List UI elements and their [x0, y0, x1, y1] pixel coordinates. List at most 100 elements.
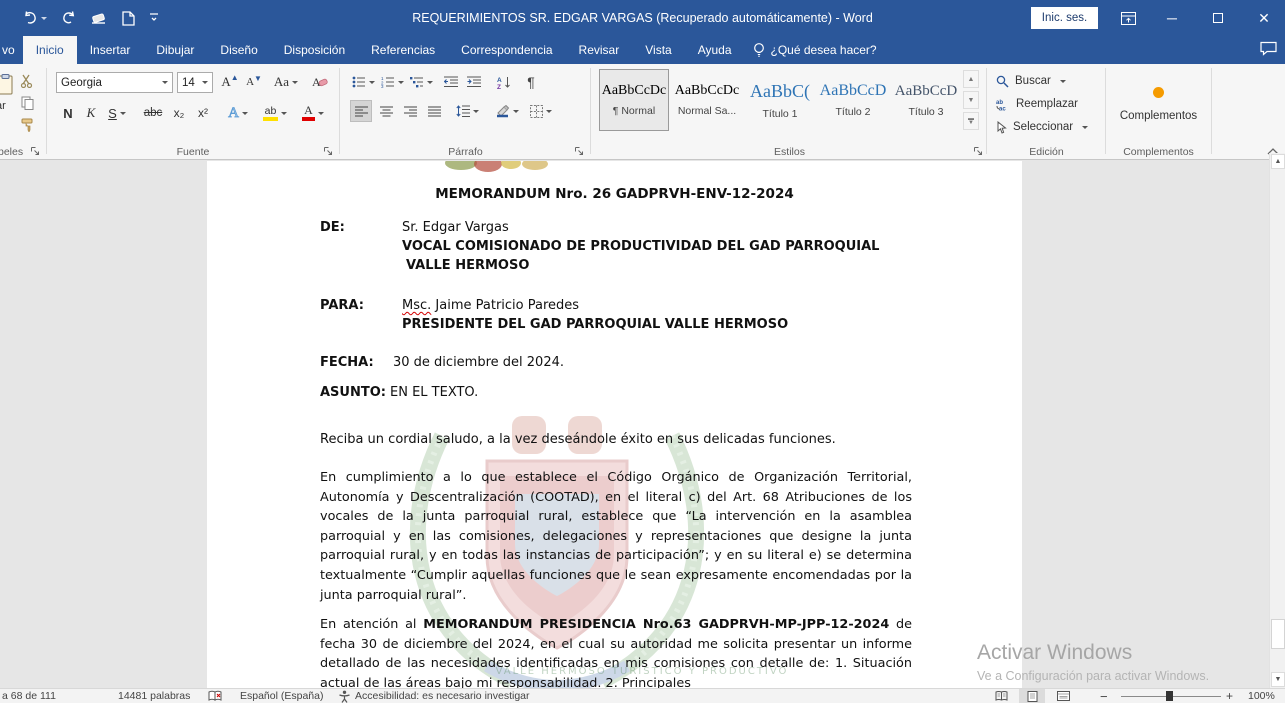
maximize-button[interactable] [1198, 0, 1238, 36]
tab-correspondencia[interactable]: Correspondencia [448, 36, 565, 64]
bullets-button[interactable] [350, 71, 376, 93]
style-normal[interactable]: AaBbCcDc ¶ Normal [599, 69, 669, 131]
shading-button[interactable] [492, 100, 522, 122]
select-button[interactable]: Seleccionar [996, 118, 1088, 136]
strikethrough-button[interactable]: abc [140, 102, 166, 124]
sign-in-button[interactable]: Inic. ses. [1031, 7, 1098, 29]
find-button[interactable]: Buscar [996, 72, 1066, 90]
clipboard-dialog-launcher[interactable] [30, 146, 41, 157]
borders-button[interactable] [526, 100, 556, 122]
font-size-combo[interactable]: 14 [177, 72, 213, 93]
tab-dibujar[interactable]: Dibujar [143, 36, 207, 64]
proofing-book-icon [208, 690, 223, 702]
language-indicator[interactable]: Español (España) [240, 689, 323, 703]
tab-vista[interactable]: Vista [632, 36, 684, 64]
highlight-color-button[interactable]: ab [258, 102, 292, 124]
print-layout-button[interactable] [1019, 689, 1045, 703]
bold-button[interactable]: N [58, 102, 78, 124]
page-indicator[interactable]: a 68 de 111 [2, 689, 56, 703]
decrease-indent-button[interactable] [440, 71, 462, 93]
undo-button[interactable] [22, 11, 47, 25]
style-titulo-1[interactable]: AaBbC( Título 1 [745, 69, 815, 131]
redo-button[interactable] [61, 11, 76, 25]
read-mode-button[interactable] [988, 689, 1014, 703]
change-case-button[interactable]: Aa [270, 71, 302, 93]
svg-text:ac: ac [999, 106, 1006, 111]
memo-title: MEMORANDUM Nro. 26 GADPRVH-ENV-12-2024 [207, 186, 1022, 202]
font-name-combo[interactable]: Georgia [56, 72, 173, 93]
tab-revisar[interactable]: Revisar [566, 36, 633, 64]
align-right-button[interactable] [399, 100, 421, 122]
style-normal-sa[interactable]: AaBbCcDc Normal Sa... [672, 69, 742, 131]
align-center-button[interactable] [375, 100, 397, 122]
lightbulb-icon [753, 42, 765, 58]
styles-gallery-more[interactable]: ▬▼ [963, 112, 979, 130]
style-preview: AaBbCcDc [602, 83, 667, 99]
styles-scroll-down[interactable]: ▼ [963, 91, 979, 109]
scroll-down-button[interactable]: ▼ [1271, 672, 1285, 687]
text-effects-button[interactable]: A [222, 102, 254, 124]
tab-diseno[interactable]: Diseño [207, 36, 270, 64]
tab-disposicion[interactable]: Disposición [271, 36, 358, 64]
scrollbar-thumb[interactable] [1271, 619, 1285, 649]
new-document-icon[interactable] [122, 11, 135, 26]
change-case-label: Aa [274, 74, 289, 90]
zoom-level[interactable]: 100% [1248, 689, 1275, 703]
tab-ayuda[interactable]: Ayuda [685, 36, 745, 64]
superscript-button[interactable]: x² [192, 102, 214, 124]
replace-button[interactable]: abac Reemplazar [996, 95, 1078, 113]
multilevel-list-button[interactable] [408, 71, 434, 93]
web-layout-button[interactable] [1050, 689, 1076, 703]
increase-indent-button[interactable] [463, 71, 485, 93]
clear-formatting-button[interactable]: A [308, 71, 332, 93]
addins-button[interactable]: Complementos [1107, 72, 1210, 136]
close-button[interactable]: ✕ [1244, 0, 1284, 36]
comments-icon[interactable] [1260, 41, 1277, 56]
copy-button[interactable] [16, 92, 38, 114]
justify-button[interactable] [423, 100, 445, 122]
tab-referencias[interactable]: Referencias [358, 36, 448, 64]
tab-inicio[interactable]: Inicio [23, 36, 77, 64]
undo-caret[interactable] [41, 17, 47, 20]
zoom-out-button[interactable]: − [1100, 689, 1108, 703]
sort-button[interactable]: AZ [492, 71, 516, 93]
font-color-bar [302, 117, 315, 121]
numbering-button[interactable]: 123 [379, 71, 405, 93]
para-role: PRESIDENTE DEL GAD PARROQUIAL VALLE HERM… [402, 317, 788, 332]
show-paragraph-marks-button[interactable]: ¶ [520, 71, 542, 93]
tab-archivo-partial[interactable]: vo [0, 36, 23, 64]
zoom-slider-thumb[interactable] [1166, 691, 1173, 701]
tab-insertar[interactable]: Insertar [77, 36, 144, 64]
tell-me-box[interactable]: ¿Qué desea hacer? [745, 36, 885, 64]
style-titulo-2[interactable]: AaBbCcD Título 2 [818, 69, 888, 131]
styles-dialog-launcher[interactable] [973, 146, 984, 157]
font-color-button[interactable]: A [296, 102, 330, 124]
font-dialog-launcher[interactable] [323, 146, 334, 157]
shrink-font-button[interactable]: A▼ [243, 71, 265, 93]
svg-text:Z: Z [497, 84, 501, 89]
proofing-status[interactable] [208, 689, 223, 703]
vertical-scrollbar[interactable]: ▲ ▼ [1269, 153, 1285, 688]
draw-eraser-icon[interactable] [90, 11, 108, 25]
accessibility-status[interactable]: Accesibilidad: es necesario investigar [338, 689, 530, 703]
style-preview: AaBbCcDc [675, 83, 740, 99]
customize-qat-icon[interactable] [149, 12, 159, 24]
ribbon-display-options-button[interactable] [1108, 0, 1148, 36]
paragraph-dialog-launcher[interactable] [574, 146, 585, 157]
scroll-up-button[interactable]: ▲ [1271, 154, 1285, 169]
document-page[interactable]: VALLE HERMOSO TURISTICO Y PRODUCTIVO MEM… [207, 161, 1022, 688]
format-painter-button[interactable] [16, 114, 38, 136]
subscript-button[interactable]: x₂ [168, 102, 190, 124]
align-left-button[interactable] [350, 100, 372, 122]
style-titulo-3[interactable]: AaBbCcD Título 3 [891, 69, 961, 131]
underline-button[interactable]: S [103, 102, 131, 124]
line-spacing-button[interactable] [452, 100, 482, 122]
word-count[interactable]: 14481 palabras [118, 689, 190, 703]
cut-button[interactable] [16, 70, 38, 92]
grow-font-button[interactable]: A▲ [218, 71, 242, 93]
styles-scroll-up[interactable]: ▲ [963, 70, 979, 88]
italic-button[interactable]: K [81, 102, 101, 124]
minimize-button[interactable]: ─ [1152, 0, 1192, 36]
svg-text:A: A [497, 77, 502, 84]
zoom-in-button[interactable]: + [1226, 689, 1233, 703]
